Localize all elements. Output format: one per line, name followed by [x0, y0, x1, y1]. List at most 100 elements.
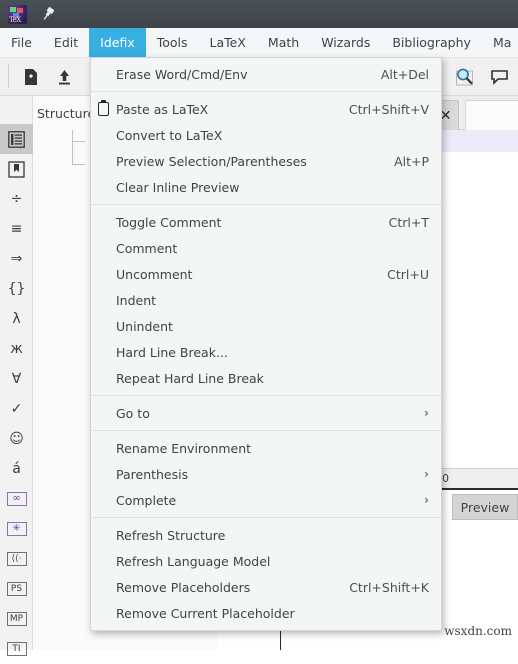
menu-item-label: Go to [116, 405, 150, 421]
menu-item-toggle-comment[interactable]: Toggle Comment Ctrl+T [91, 209, 441, 235]
sidebar-asterisk-symbols[interactable]: ✳ [0, 514, 33, 544]
menu-item-repeat-hard-line-break[interactable]: Repeat Hard Line Break [91, 365, 441, 391]
menu-item-label: Refresh Language Model [116, 553, 271, 569]
menu-item-label: Comment [116, 240, 178, 256]
menu-item-rename-environment[interactable]: Rename Environment [91, 435, 441, 461]
menu-item-paste-as-latex[interactable]: Paste as LaTeX Ctrl+Shift+V [91, 96, 441, 122]
menu-latex[interactable]: LaTeX [199, 28, 257, 57]
menu-math[interactable]: Math [257, 28, 310, 57]
menu-item-refresh-structure[interactable]: Refresh Structure [91, 522, 441, 548]
menu-item-clear-inline-preview[interactable]: Clear Inline Preview [91, 174, 441, 200]
sidebar-wasy-symbols[interactable]: ☺ [0, 424, 33, 454]
asterisk-symbols-glyph: ✳ [6, 522, 27, 536]
sidebar-greek[interactable]: λ [0, 304, 33, 334]
menu-item-remove-placeholders[interactable]: Remove Placeholders Ctrl+Shift+K [91, 574, 441, 600]
menu-item-accel: Ctrl+T [388, 214, 429, 230]
menu-item-go-to[interactable]: Go to › [91, 400, 441, 426]
preview-value-field[interactable]: 0 [438, 468, 518, 490]
menubar: File Edit Idefix Tools LaTeX Math Wizard… [0, 28, 518, 58]
menu-tools[interactable]: Tools [146, 28, 199, 57]
new-document-button[interactable] [18, 64, 44, 90]
sidebar-tikz[interactable]: TI [0, 634, 33, 664]
menu-item-remove-current-placeholder[interactable]: Remove Current Placeholder [91, 600, 441, 626]
menu-macros[interactable]: Ma [482, 28, 518, 57]
comment-button[interactable] [487, 64, 513, 90]
menu-item-indent[interactable]: Indent [91, 287, 441, 313]
menu-item-label: Preview Selection/Parentheses [116, 153, 307, 169]
sidebar-metapost[interactable]: MP [0, 604, 33, 634]
menu-bibliography[interactable]: Bibliography [381, 28, 482, 57]
sidebar-user-symbols[interactable]: ∞ [0, 484, 33, 514]
menu-separator [91, 430, 441, 431]
structure-panel-title: Structure [37, 106, 96, 121]
menu-item-accel: Ctrl+U [387, 266, 429, 282]
menu-item-label: Paste as LaTeX [116, 101, 209, 117]
menu-separator [91, 204, 441, 205]
sidebar-logic[interactable]: ∀ [0, 364, 33, 394]
menu-item-refresh-language-model[interactable]: Refresh Language Model [91, 548, 441, 574]
menu-item-label: Hard Line Break... [116, 344, 228, 360]
menu-item-comment[interactable]: Comment [91, 235, 441, 261]
chevron-right-icon: › [424, 493, 429, 507]
menu-item-label: Complete [116, 492, 177, 508]
menu-idefix[interactable]: Idefix [89, 28, 146, 57]
chevron-right-icon: › [424, 406, 429, 420]
postscript-glyph: PS [6, 582, 27, 596]
search-button[interactable] [452, 64, 478, 90]
menu-item-label: Refresh Structure [116, 527, 226, 543]
menu-item-parenthesis[interactable]: Parenthesis › [91, 461, 441, 487]
menu-item-hard-line-break[interactable]: Hard Line Break... [91, 339, 441, 365]
menu-item-label: Remove Current Placeholder [116, 605, 295, 621]
chevron-right-icon: › [424, 467, 429, 481]
menu-item-label: Indent [116, 292, 157, 308]
sidebar-braces[interactable]: {} [0, 274, 33, 304]
window-titlebar [0, 0, 518, 28]
sidebar-delimiters[interactable]: ⟨⟨· [0, 544, 33, 574]
menu-item-convert-to-latex[interactable]: Convert to LaTeX [91, 122, 441, 148]
delimiters-glyph: ⟨⟨· [6, 552, 27, 566]
menu-item-label: Erase Word/Cmd/Env [116, 66, 248, 82]
sidebar-fractions[interactable]: ÷ [0, 184, 33, 214]
sidebar-lines[interactable]: ≡ [0, 214, 33, 244]
menu-item-unindent[interactable]: Unindent [91, 313, 441, 339]
menu-separator [91, 91, 441, 92]
menu-item-uncomment[interactable]: Uncomment Ctrl+U [91, 261, 441, 287]
menu-wizards[interactable]: Wizards [310, 28, 381, 57]
tikz-glyph: TI [6, 642, 27, 656]
menu-item-accel: Alt+Del [380, 66, 429, 82]
menu-item-accel: Ctrl+Shift+V [348, 101, 429, 117]
menu-item-label: Parenthesis [116, 466, 189, 482]
menu-item-complete[interactable]: Complete › [91, 487, 441, 513]
tex-app-icon [8, 4, 27, 24]
sidebar-cyrillic[interactable]: ж [0, 334, 33, 364]
sidebar-bookmarks[interactable] [0, 154, 33, 184]
sidebar-postscript[interactable]: PS [0, 574, 33, 604]
menu-item-preview-selection-parentheses[interactable]: Preview Selection/Parentheses Alt+P [91, 148, 441, 174]
menu-edit[interactable]: Edit [43, 28, 89, 57]
open-document-button[interactable] [51, 64, 77, 90]
preview-button[interactable]: Preview [452, 494, 518, 520]
symbol-panel-rail: ÷ ≡ ⇒ {} λ ж ∀ ✓ ☺ á ∞ ✳ ⟨⟨· PS MP TI [0, 96, 33, 656]
menu-item-erase-word-cmd-env[interactable]: Erase Word/Cmd/Env Alt+Del [91, 61, 441, 87]
sidebar-arrows[interactable]: ⇒ [0, 244, 33, 274]
user-symbols-glyph: ∞ [6, 492, 27, 506]
preview-value: 0 [442, 472, 449, 485]
menu-item-label: Remove Placeholders [116, 579, 251, 595]
menu-item-label: Repeat Hard Line Break [116, 370, 264, 386]
sidebar-accents[interactable]: á [0, 454, 33, 484]
sidebar-misc-symbols[interactable]: ✓ [0, 394, 33, 424]
menu-item-label: Clear Inline Preview [116, 179, 240, 195]
idefix-dropdown-menu: Erase Word/Cmd/Env Alt+Del Paste as LaTe… [90, 57, 442, 631]
metapost-glyph: MP [6, 612, 27, 626]
tab-document-inactive[interactable] [465, 100, 518, 130]
menu-file[interactable]: File [0, 28, 43, 57]
menu-item-accel: Ctrl+Shift+K [349, 579, 429, 595]
structure-list-icon [8, 130, 25, 148]
clipboard-icon [95, 100, 111, 117]
pin-icon[interactable] [39, 5, 57, 23]
menu-item-label: Uncomment [116, 266, 193, 282]
watermark: wsxdn.com [444, 624, 512, 638]
sidebar-structure[interactable] [0, 124, 33, 154]
preview-button-label: Preview [460, 499, 510, 515]
menu-separator [91, 517, 441, 518]
